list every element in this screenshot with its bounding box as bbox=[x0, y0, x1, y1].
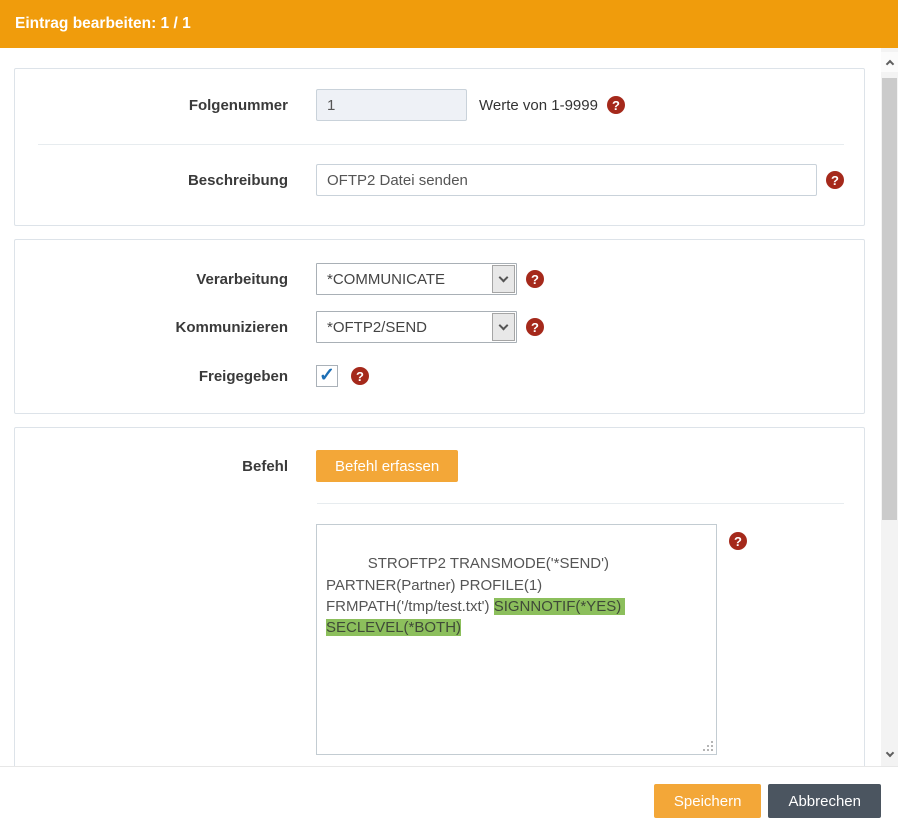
row-freigegeben: Freigegeben ✓ ? bbox=[15, 365, 864, 387]
cancel-button[interactable]: Abbrechen bbox=[768, 784, 881, 818]
befehl-label: Befehl bbox=[15, 458, 288, 475]
row-verarbeitung: Verarbeitung *COMMUNICATE ? bbox=[15, 263, 864, 295]
row-divider bbox=[317, 503, 844, 504]
help-icon[interactable]: ? bbox=[607, 96, 625, 114]
help-icon[interactable]: ? bbox=[526, 318, 544, 336]
kommunizieren-selected-value: *OFTP2/SEND bbox=[317, 319, 491, 336]
befehl-erfassen-button[interactable]: Befehl erfassen bbox=[316, 450, 458, 482]
row-kommunizieren: Kommunizieren *OFTP2/SEND ? bbox=[15, 311, 864, 343]
verarbeitung-select[interactable]: *COMMUNICATE bbox=[316, 263, 517, 295]
chevron-down-icon[interactable] bbox=[492, 313, 515, 341]
kommunizieren-select[interactable]: *OFTP2/SEND bbox=[316, 311, 517, 343]
row-befehl-command: STROFTP2 TRANSMODE('*SEND') PARTNER(Part… bbox=[15, 524, 864, 755]
dialog-title: Eintrag bearbeiten: 1 / 1 bbox=[15, 15, 191, 33]
folgenummer-label: Folgenummer bbox=[15, 97, 288, 114]
dialog-footer: Speichern Abbrechen bbox=[0, 766, 898, 832]
help-icon[interactable]: ? bbox=[729, 532, 747, 550]
scroll-down-icon[interactable] bbox=[881, 744, 898, 764]
check-icon: ✓ bbox=[319, 366, 335, 385]
help-icon[interactable]: ? bbox=[826, 171, 844, 189]
help-icon[interactable]: ? bbox=[351, 367, 369, 385]
row-divider bbox=[38, 144, 844, 145]
resize-handle-icon[interactable] bbox=[711, 749, 713, 751]
verarbeitung-label: Verarbeitung bbox=[15, 271, 288, 288]
beschreibung-label: Beschreibung bbox=[15, 172, 288, 189]
dialog-body: Folgenummer Werte von 1-9999 ? Beschreib… bbox=[0, 48, 881, 766]
panel-general: Folgenummer Werte von 1-9999 ? Beschreib… bbox=[14, 68, 865, 226]
row-beschreibung: Beschreibung ? bbox=[15, 164, 864, 196]
folgenummer-hint: Werte von 1-9999 bbox=[479, 97, 598, 114]
panel-processing: Verarbeitung *COMMUNICATE ? Kommuniziere… bbox=[14, 239, 865, 414]
chevron-down-icon[interactable] bbox=[492, 265, 515, 293]
befehl-command-textarea[interactable]: STROFTP2 TRANSMODE('*SEND') PARTNER(Part… bbox=[316, 524, 717, 755]
freigegeben-checkbox[interactable]: ✓ bbox=[316, 365, 338, 387]
dialog-header: Eintrag bearbeiten: 1 / 1 bbox=[0, 0, 898, 48]
vertical-scrollbar[interactable] bbox=[881, 48, 898, 766]
freigegeben-label: Freigegeben bbox=[15, 368, 288, 385]
row-befehl-button: Befehl Befehl erfassen bbox=[15, 450, 864, 482]
kommunizieren-label: Kommunizieren bbox=[15, 319, 288, 336]
panel-command: Befehl Befehl erfassen STROFTP2 TRANSMOD… bbox=[14, 427, 865, 766]
scrollbar-thumb[interactable] bbox=[882, 78, 897, 520]
beschreibung-input[interactable] bbox=[316, 164, 817, 196]
save-button[interactable]: Speichern bbox=[654, 784, 762, 818]
help-icon[interactable]: ? bbox=[526, 270, 544, 288]
row-folgenummer: Folgenummer Werte von 1-9999 ? bbox=[15, 89, 864, 121]
scroll-up-icon[interactable] bbox=[881, 52, 898, 72]
folgenummer-input[interactable] bbox=[316, 89, 467, 121]
verarbeitung-selected-value: *COMMUNICATE bbox=[317, 271, 491, 288]
